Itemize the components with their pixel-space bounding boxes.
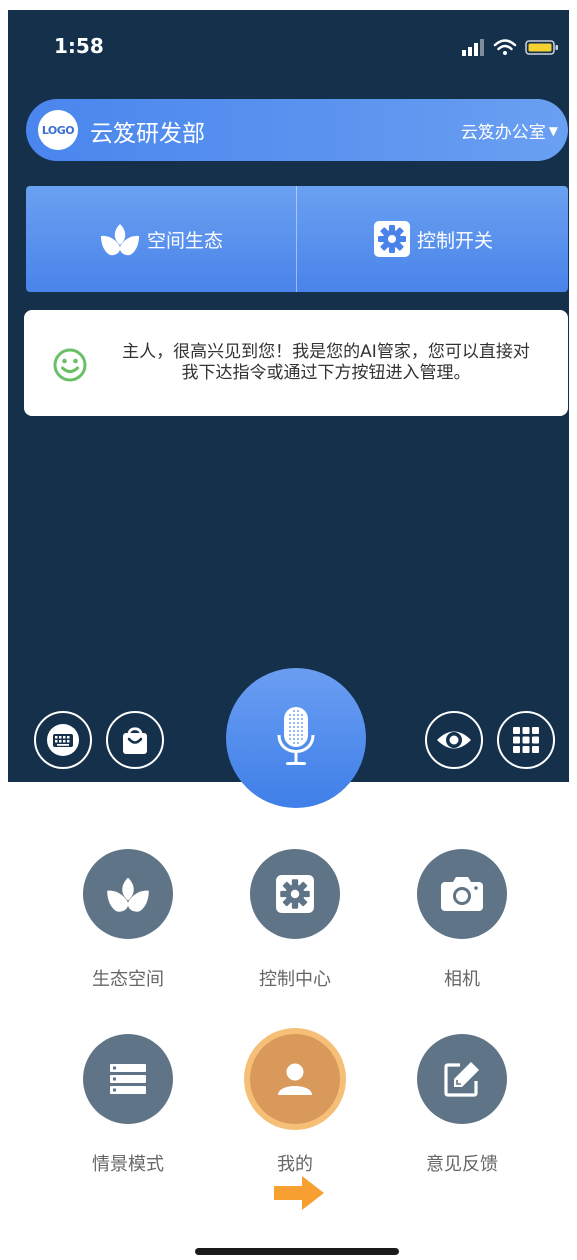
quick-action-label: 空间生态 — [146, 229, 223, 252]
menu-icon-circle — [83, 849, 173, 939]
menu-icon-circle — [417, 849, 507, 939]
menu-icon-circle — [83, 1034, 173, 1124]
divider — [296, 186, 297, 292]
office-name: 云笈办公室 — [460, 123, 546, 143]
menu-item-feedback[interactable]: 意见反馈 — [389, 1034, 529, 1175]
menu-icon-circle — [250, 1034, 340, 1124]
assistant-message: 主人，很高兴见到您！我是您的AI管家，您可以直接对我下达指令或通过下方按钮进入管… — [24, 310, 568, 416]
message-text: 主人，很高兴见到您！我是您的AI管家，您可以直接对我下达指令或通过下方按钮进入管… — [122, 342, 530, 383]
eye-button[interactable] — [425, 711, 483, 769]
org-name: 云笈研发部 — [90, 121, 205, 147]
apps-button[interactable] — [497, 711, 555, 769]
menu-icon-circle — [250, 849, 340, 939]
menu-label: 相机 — [444, 969, 480, 990]
list-icon — [110, 1064, 146, 1094]
menu-label: 控制中心 — [259, 969, 331, 990]
arrow-right-icon — [274, 1176, 324, 1210]
smiley-icon — [53, 348, 87, 382]
menu-label: 情景模式 — [92, 1154, 164, 1175]
sprout-icon — [107, 877, 149, 912]
camera-icon — [441, 877, 483, 911]
status-time: 1:58 — [54, 34, 104, 58]
signal-icon — [462, 39, 484, 56]
menu-item-scene-mode[interactable]: 情景模式 — [55, 1034, 195, 1175]
caret-down-icon: ▼ — [548, 123, 558, 138]
quick-action-switch[interactable]: 控制开关 — [298, 186, 568, 292]
menu-label: 意见反馈 — [426, 1154, 498, 1175]
org-header[interactable]: LOGO 云笈研发部 云笈办公室 ▼ — [26, 99, 568, 161]
bag-button[interactable] — [106, 711, 164, 769]
user-icon — [278, 1063, 312, 1095]
voice-button[interactable] — [226, 668, 366, 808]
quick-action-ecology[interactable]: 空间生态 — [26, 186, 296, 292]
home-indicator[interactable] — [195, 1248, 399, 1255]
wifi-icon — [493, 39, 517, 55]
eye-icon — [437, 731, 471, 749]
menu-label: 我的 — [277, 1154, 313, 1175]
menu-icon-circle — [417, 1034, 507, 1124]
edit-icon — [444, 1062, 479, 1097]
menu-item-camera[interactable]: 相机 — [389, 849, 529, 990]
sprout-icon — [100, 224, 139, 256]
quick-action-label: 控制开关 — [416, 229, 493, 252]
battery-icon — [525, 40, 558, 55]
app-screen: 1:58 LOGO 云笈研发部 云笈办公室 ▼ 空间生态 控制开关 主人，很高兴… — [8, 10, 569, 1260]
menu-item-profile[interactable]: 我的 — [222, 1034, 362, 1175]
office-selector[interactable]: 云笈办公室 ▼ — [461, 118, 558, 143]
menu-item-ecology-space[interactable]: 生态空间 — [55, 849, 195, 990]
shopping-bag-icon — [123, 727, 147, 754]
logo: LOGO — [38, 110, 78, 150]
keyboard-button[interactable] — [34, 711, 92, 769]
quick-actions: 空间生态 控制开关 — [26, 186, 568, 292]
status-icons — [462, 39, 558, 56]
microphone-icon — [277, 707, 315, 765]
gear-icon — [276, 875, 314, 913]
menu-label: 生态空间 — [92, 969, 164, 990]
keyboard-icon — [47, 724, 79, 756]
gear-icon — [373, 221, 410, 257]
menu-item-control-center[interactable]: 控制中心 — [222, 849, 362, 990]
grid-icon — [513, 727, 539, 753]
